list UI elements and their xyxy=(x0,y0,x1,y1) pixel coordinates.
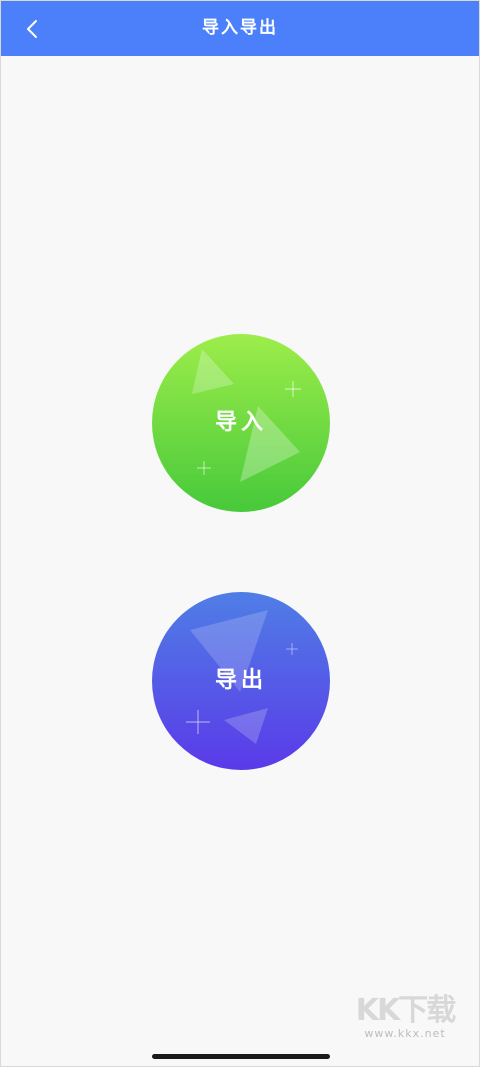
export-button[interactable]: 导出 xyxy=(152,592,330,770)
app-frame: 导入导出 导入 导出 KK下载 www.kkx.net xyxy=(0,0,480,1067)
nav-bar: 导入导出 xyxy=(1,1,479,56)
watermark-logo: KK下载 xyxy=(355,993,457,1028)
watermark-url: www.kkx.net xyxy=(364,1027,446,1040)
import-label: 导入 xyxy=(214,410,267,435)
page-title: 导入导出 xyxy=(202,18,278,38)
watermark: KK下载 www.kkx.net xyxy=(345,994,465,1040)
export-label: 导出 xyxy=(214,668,267,693)
home-indicator[interactable] xyxy=(152,1054,330,1059)
import-button[interactable]: 导入 xyxy=(152,334,330,512)
